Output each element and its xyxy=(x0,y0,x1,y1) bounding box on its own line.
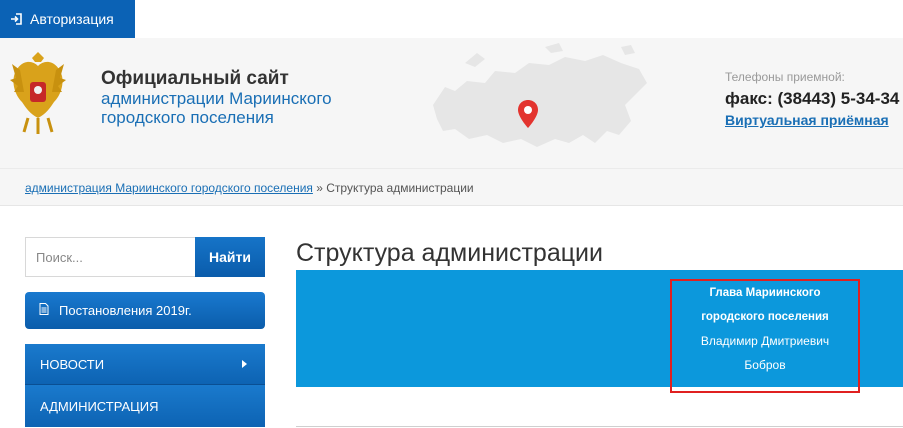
search-input[interactable] xyxy=(25,237,196,277)
sign-in-icon xyxy=(10,13,22,25)
chevron-right-icon xyxy=(242,360,247,368)
login-button[interactable]: Авторизация xyxy=(0,0,135,38)
head-name-line-1: Владимир Дмитриевич xyxy=(700,334,830,348)
sidebar-item-administration[interactable]: АДМИНИСТРАЦИЯ xyxy=(25,384,265,427)
login-label: Авторизация xyxy=(30,11,114,27)
coat-of-arms-icon[interactable] xyxy=(10,52,66,136)
top-bar: Авторизация xyxy=(0,0,903,38)
sidebar-item-news[interactable]: НОВОСТИ xyxy=(25,344,265,384)
decree-label: Постановления 2019г. xyxy=(59,303,192,318)
page-title: Структура администрации xyxy=(296,239,603,267)
head-of-administration-card[interactable]: Глава Мариинского городского поселения В… xyxy=(670,279,860,393)
fax-number: факс: (38443) 5-34-34 xyxy=(725,89,900,108)
map-pin-icon xyxy=(518,100,538,133)
phones-label: Телефоны приемной: xyxy=(725,70,845,84)
site-header: Официальный сайт администрации Мариинско… xyxy=(0,38,903,168)
sidebar-menu: НОВОСТИ АДМИНИСТРАЦИЯ xyxy=(25,344,265,427)
site-title[interactable]: Официальный сайт администрации Мариинско… xyxy=(101,68,391,127)
head-title-line-1: Глава Мариинского xyxy=(709,287,821,299)
divider xyxy=(296,426,903,427)
decree-2019-button[interactable]: Постановления 2019г. xyxy=(25,292,265,329)
breadcrumb-separator: » xyxy=(312,181,327,195)
breadcrumb: администрация Мариинского городского пос… xyxy=(0,168,903,206)
head-title-line-2: городского поселения xyxy=(701,311,829,323)
head-name-line-2: Бобров xyxy=(744,358,786,372)
site-title-line-3: городского поселения xyxy=(101,108,274,127)
virtual-reception-link[interactable]: Виртуальная приёмная xyxy=(725,111,903,129)
breadcrumb-link-home[interactable]: администрация Мариинского городского пос… xyxy=(25,181,313,195)
russia-map-icon xyxy=(425,43,650,163)
site-title-line-1: Официальный сайт xyxy=(101,68,289,89)
breadcrumb-current: Структура администрации xyxy=(326,181,474,195)
sidebar-item-label: АДМИНИСТРАЦИЯ xyxy=(40,398,159,414)
document-icon xyxy=(39,303,49,318)
sidebar-item-label: НОВОСТИ xyxy=(40,356,105,372)
contacts-block: Телефоны приемной: факс: (38443) 5-34-34… xyxy=(725,69,903,129)
search-form: Найти xyxy=(25,237,265,277)
search-button[interactable]: Найти xyxy=(195,237,265,277)
site-title-line-2: администрации Мариинского xyxy=(101,89,332,108)
